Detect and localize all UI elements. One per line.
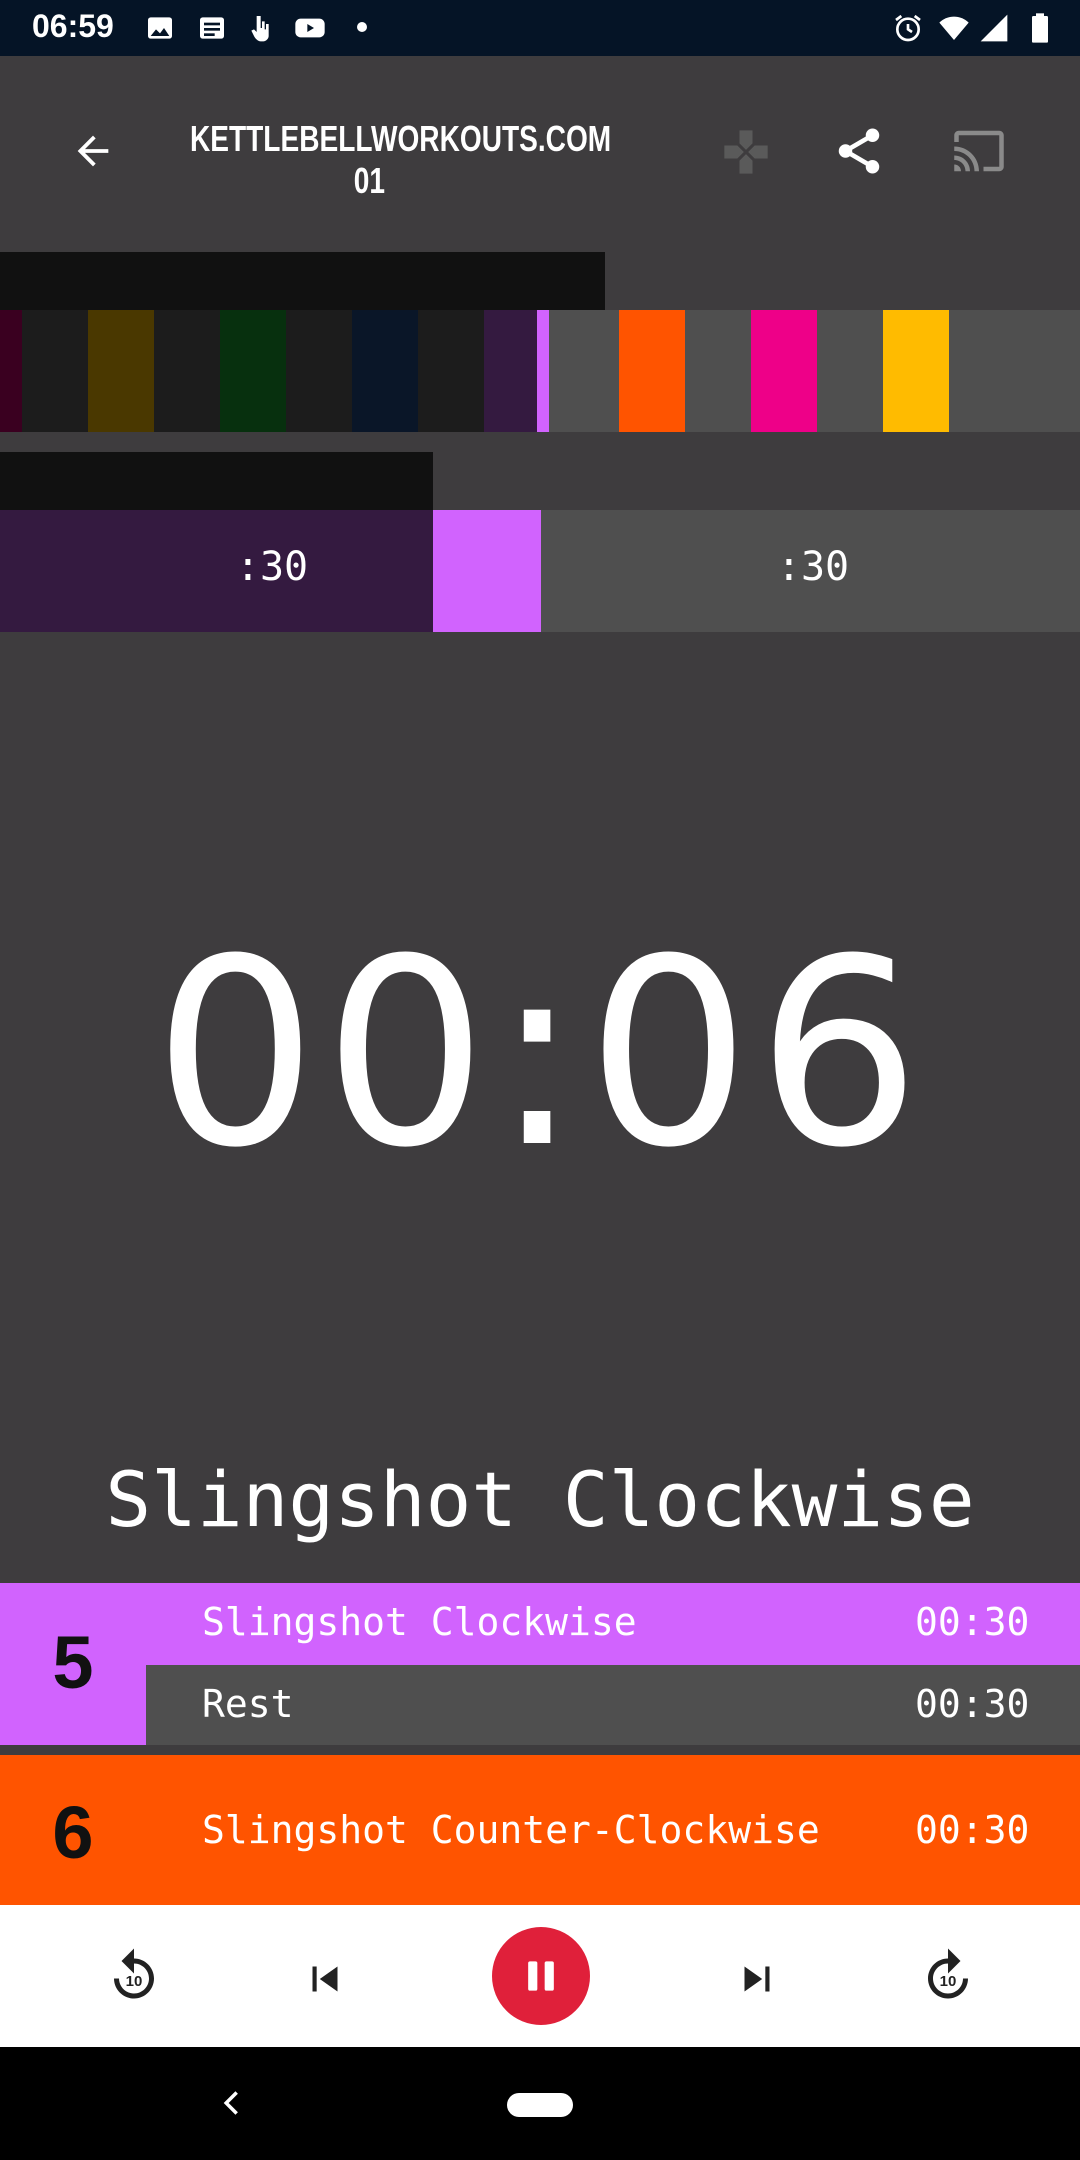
list-item-6-number: 6: [52, 1791, 94, 1874]
forward-10-icon[interactable]: 10: [918, 1946, 978, 2006]
timeline-segment: [549, 310, 619, 432]
next-interval-label: :30: [776, 544, 850, 590]
timeline-segment: [0, 310, 22, 432]
nav-back-icon[interactable]: [218, 2086, 246, 2120]
image-icon: [148, 17, 172, 39]
replay-10-text: 10: [126, 1973, 143, 1990]
news-icon: [200, 17, 224, 39]
timeline-segment: [286, 310, 352, 432]
timeline-segment: [751, 310, 817, 432]
timeline-segment: [88, 310, 154, 432]
list-item-rest-time: 00:30: [915, 1682, 1030, 1726]
skip-next-icon[interactable]: [732, 1954, 782, 2004]
countdown-timer: 00:06: [153, 904, 927, 1204]
nav-home-pill[interactable]: [507, 2093, 573, 2117]
current-exercise-name: Slingshot Clockwise: [105, 1455, 975, 1544]
list-item-6-time: 00:30: [915, 1808, 1030, 1852]
workout-title: KETTLEBELLWORKOUTS.COM 01: [190, 118, 612, 201]
interval-marker: [433, 510, 541, 632]
list-item-6-name: Slingshot Counter-Clockwise: [202, 1808, 820, 1852]
battery-icon: [1032, 13, 1048, 43]
touch-icon: [251, 16, 269, 42]
timeline-segment: [220, 310, 286, 432]
timeline-segment: [418, 310, 484, 432]
timeline-segment: [619, 310, 685, 432]
signal-icon: [980, 14, 1008, 42]
timeline-segment: [949, 310, 1019, 432]
alarm-icon: [895, 14, 921, 42]
back-arrow-icon[interactable]: [70, 128, 116, 174]
timeline-segment: [22, 310, 88, 432]
gamepad-icon[interactable]: [720, 126, 772, 178]
list-item-exercise-time: 00:30: [915, 1600, 1030, 1644]
timeline-segment: [352, 310, 418, 432]
timeline-segment: [817, 310, 883, 432]
skip-previous-icon[interactable]: [300, 1954, 350, 2004]
timeline-segment: [883, 310, 949, 432]
cast-icon[interactable]: [950, 124, 1008, 178]
replay-10-icon[interactable]: 10: [104, 1946, 164, 2006]
timeline-segment: [685, 310, 751, 432]
status-time: 06:59: [32, 8, 114, 44]
timeline-progress-shade: [0, 252, 605, 312]
wifi-icon: [939, 16, 969, 40]
list-item-exercise-name: Slingshot Clockwise: [202, 1600, 637, 1644]
timeline-segment: [484, 310, 537, 432]
dot-icon: [357, 22, 367, 32]
list-item-5-number: 5: [52, 1621, 94, 1704]
pause-button[interactable]: [492, 1927, 590, 2025]
pause-icon: [528, 1961, 554, 1991]
youtube-icon: [295, 18, 325, 38]
workout-timeline-strip[interactable]: [0, 310, 1080, 432]
timeline-segment: [154, 310, 220, 432]
interval-progress-shade: [0, 452, 433, 512]
forward-10-text: 10: [940, 1973, 957, 1990]
share-icon[interactable]: [832, 124, 886, 178]
current-interval-label: :30: [235, 544, 309, 590]
timeline-segment: [537, 310, 549, 432]
list-item-rest-name: Rest: [202, 1682, 294, 1726]
